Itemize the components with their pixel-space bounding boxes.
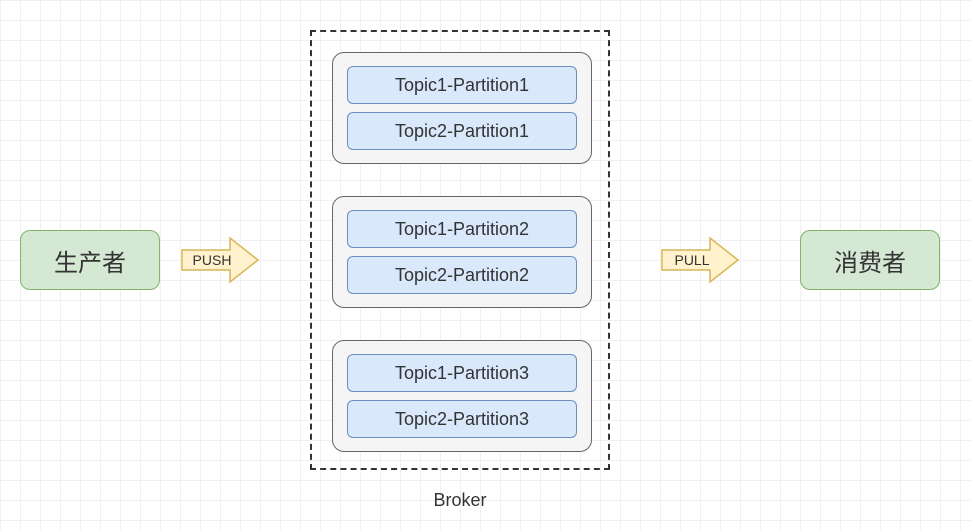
push-arrow: PUSH [180,236,260,284]
topic-partition-label: Topic2-Partition2 [395,265,529,286]
topic-partition-label: Topic1-Partition1 [395,75,529,96]
partition-group: Topic1-Partition3 Topic2-Partition3 [332,340,592,452]
partition-group: Topic1-Partition1 Topic2-Partition1 [332,52,592,164]
partition-group: Topic1-Partition2 Topic2-Partition2 [332,196,592,308]
topic-partition-label: Topic2-Partition1 [395,121,529,142]
topic-partition-label: Topic1-Partition3 [395,363,529,384]
pull-arrow-label: PULL [674,252,709,268]
topic-partition-box: Topic2-Partition2 [347,256,577,294]
producer-label: 生产者 [54,243,126,278]
consumer-label: 消费者 [834,243,906,278]
topic-partition-box: Topic2-Partition3 [347,400,577,438]
broker-label: Broker [310,490,610,511]
topic-partition-label: Topic1-Partition2 [395,219,529,240]
pull-arrow: PULL [660,236,740,284]
producer-box: 生产者 [20,230,160,290]
topic-partition-box: Topic1-Partition1 [347,66,577,104]
topic-partition-box: Topic1-Partition3 [347,354,577,392]
topic-partition-box: Topic2-Partition1 [347,112,577,150]
topic-partition-box: Topic1-Partition2 [347,210,577,248]
topic-partition-label: Topic2-Partition3 [395,409,529,430]
broker-container: Topic1-Partition1 Topic2-Partition1 Topi… [310,30,610,470]
consumer-box: 消费者 [800,230,940,290]
push-arrow-label: PUSH [193,252,232,268]
